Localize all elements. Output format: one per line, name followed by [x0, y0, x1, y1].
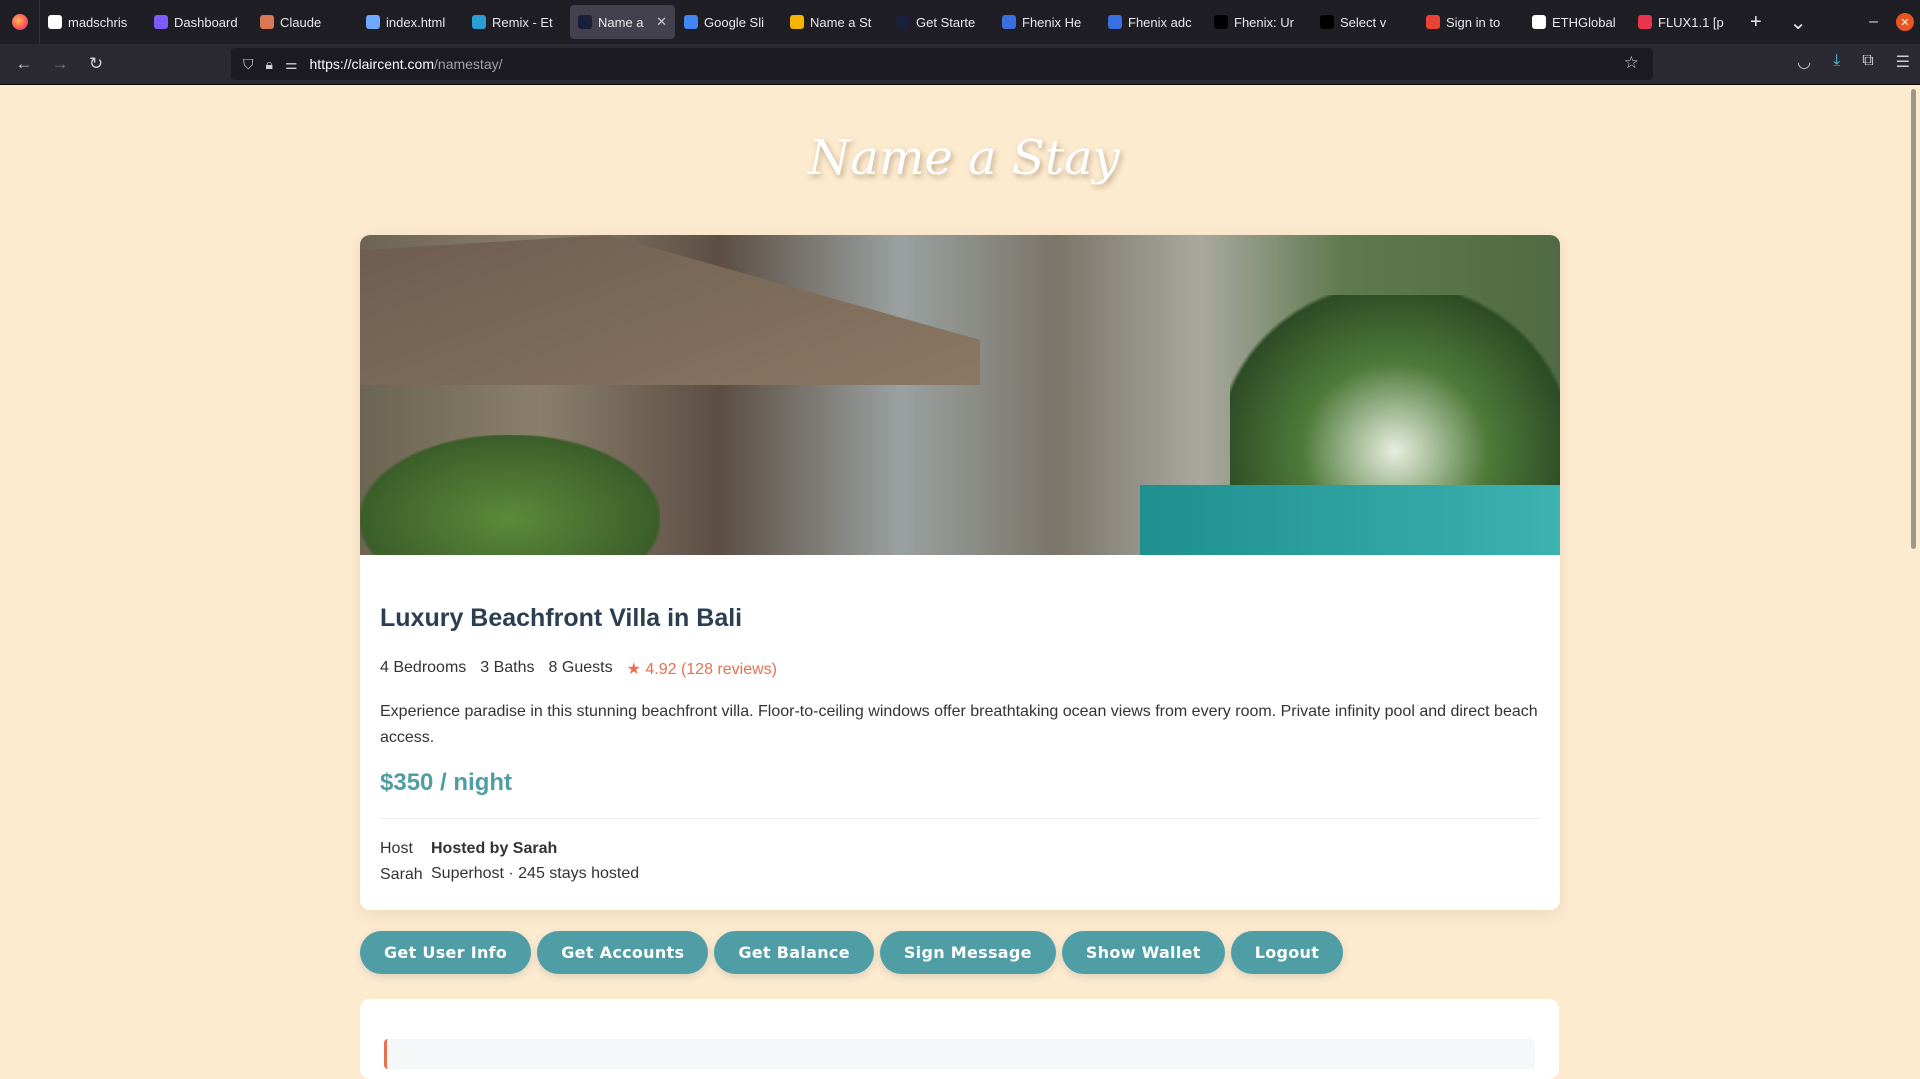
tab[interactable]: Name a ✕ — [570, 5, 675, 39]
new-tab-button[interactable]: + — [1750, 11, 1762, 34]
listing-title: Luxury Beachfront Villa in Bali — [380, 604, 743, 632]
nav-bar: ← → ↻ ⛉ 🔒︎ ⚌ https://claircent.com/names… — [0, 44, 1920, 85]
fhenix-icon — [1214, 15, 1228, 29]
tab[interactable]: Fhenix He — [994, 5, 1099, 39]
extensions-icon[interactable]: ⧉ — [1862, 52, 1873, 72]
dashboard-icon — [154, 15, 168, 29]
google-icon — [684, 15, 698, 29]
tab[interactable]: Fhenix: Ur — [1206, 5, 1311, 39]
list-tabs-button[interactable]: ⌄ — [1790, 10, 1807, 35]
tab[interactable]: Dashboard — [146, 5, 251, 39]
bedrooms: 4 Bedrooms — [380, 659, 467, 676]
host-name: Hosted by Sarah — [431, 840, 558, 857]
palm-icon — [1320, 15, 1334, 29]
tab-label: Remix - Et — [492, 14, 553, 30]
lock-icon[interactable]: 🔒︎ — [266, 56, 273, 73]
tab[interactable]: ETHGlobal — [1524, 5, 1629, 39]
logout-button[interactable]: Logout — [1230, 931, 1344, 974]
tab[interactable]: Select v — [1312, 5, 1417, 39]
tab-label: Fhenix adc — [1128, 14, 1192, 30]
menu-icon[interactable]: ☰ — [1896, 52, 1910, 72]
get-accounts-button[interactable]: Get Accounts — [537, 931, 709, 974]
tab-label: index.html — [386, 14, 446, 30]
divider — [380, 818, 1540, 819]
tab-label: Fhenix He — [1022, 14, 1082, 30]
get-balance-button[interactable]: Get Balance — [714, 931, 874, 974]
host-avatar: Host Sarah — [380, 840, 423, 883]
gmail-icon — [1426, 15, 1440, 29]
tab[interactable]: FLUX1.1 [p — [1630, 5, 1735, 39]
slides-icon — [790, 15, 804, 29]
scrollbar[interactable] — [1908, 85, 1920, 1048]
output-box — [384, 1039, 1535, 1069]
url-host: https://claircent.com — [309, 56, 435, 72]
tab[interactable]: index.html — [358, 5, 463, 39]
tab-label: ETHGlobal — [1552, 14, 1616, 30]
baths: 3 Baths — [480, 659, 535, 676]
site-title: Name a Stay — [808, 130, 1120, 186]
host-subtitle: Superhost · 245 stays hosted — [431, 865, 640, 882]
claude-icon — [260, 15, 274, 29]
tab[interactable]: Get Starte — [888, 5, 993, 39]
action-buttons: Get User Info Get Accounts Get Balance S… — [360, 931, 1344, 974]
tab-label: FLUX1.1 [p — [1658, 14, 1724, 30]
listing-meta: 4 Bedrooms 3 Baths 8 Guests ★ 4.92 (128 … — [380, 659, 1540, 679]
price: $350 / night — [380, 769, 513, 796]
flux-icon — [1638, 15, 1652, 29]
tab[interactable]: Fhenix adc — [1100, 5, 1205, 39]
listing-description: Experience paradise in this stunning bea… — [380, 703, 1538, 746]
github-icon — [48, 15, 62, 29]
rating: ★ 4.92 (128 reviews) — [626, 661, 777, 678]
tab-label: Fhenix: Ur — [1234, 14, 1294, 30]
get-user-info-button[interactable]: Get User Info — [360, 931, 532, 974]
minimize-button[interactable]: – — [1869, 13, 1878, 31]
fhenix-icon — [1108, 15, 1122, 29]
site-icon — [896, 15, 910, 29]
tab[interactable]: Claude — [252, 5, 357, 39]
tab-label: Google Sli — [704, 14, 764, 30]
villa-photo — [360, 235, 1560, 555]
output-card — [360, 999, 1559, 1079]
listing-card: Luxury Beachfront Villa in Bali 4 Bedroo… — [360, 235, 1560, 910]
forward-button[interactable]: → — [42, 54, 78, 74]
ethglobal-icon — [1532, 15, 1546, 29]
sign-message-button[interactable]: Sign Message — [879, 931, 1056, 974]
host-section: Host Sarah Hosted by Sarah Superhost · 2… — [380, 839, 1540, 889]
close-window-button[interactable]: ✕ — [1896, 13, 1914, 31]
bookmark-star-icon[interactable]: ☆ — [1624, 53, 1639, 73]
tab[interactable]: Sign in to — [1418, 5, 1523, 39]
reload-button[interactable]: ↻ — [78, 54, 114, 74]
remix-icon — [472, 15, 486, 29]
tab-bar: madschris Dashboard Claude index.html Remix … — [0, 0, 1920, 44]
tab[interactable]: Remix - Et — [464, 5, 569, 39]
firefox-icon[interactable] — [0, 0, 40, 44]
file-icon — [366, 15, 380, 29]
back-button[interactable]: ← — [6, 54, 42, 74]
tab-label: Sign in to — [1446, 14, 1501, 30]
show-wallet-button[interactable]: Show Wallet — [1061, 931, 1225, 974]
url-text[interactable]: https://claircent.com/namestay/ — [310, 56, 503, 72]
tab-label: Dashboard — [174, 14, 238, 30]
tab-label: madschris — [68, 14, 128, 30]
site-icon — [578, 15, 592, 29]
permissions-icon[interactable]: ⚌ — [285, 56, 298, 73]
tab-label: Claude — [280, 14, 322, 30]
tab-label: Name a — [598, 14, 644, 30]
url-bar[interactable]: ⛉ 🔒︎ ⚌ https://claircent.com/namestay/ ☆ — [231, 48, 1653, 80]
guests: 8 Guests — [548, 659, 613, 676]
tab-label: Name a St — [810, 14, 872, 30]
tab[interactable]: Google Sli — [676, 5, 781, 39]
tab-label: Get Starte — [916, 14, 976, 30]
shield-icon[interactable]: ⛉ — [243, 56, 254, 73]
tab[interactable]: Name a St — [782, 5, 887, 39]
fhenix-icon — [1002, 15, 1016, 29]
url-path: /namestay/ — [434, 56, 503, 72]
downloads-icon[interactable]: ⤓ — [1833, 52, 1840, 72]
tab-label: Select v — [1340, 14, 1387, 30]
close-tab-icon[interactable]: ✕ — [656, 14, 667, 30]
pocket-icon[interactable]: ◡ — [1797, 52, 1811, 72]
tab[interactable]: madschris — [40, 5, 145, 39]
